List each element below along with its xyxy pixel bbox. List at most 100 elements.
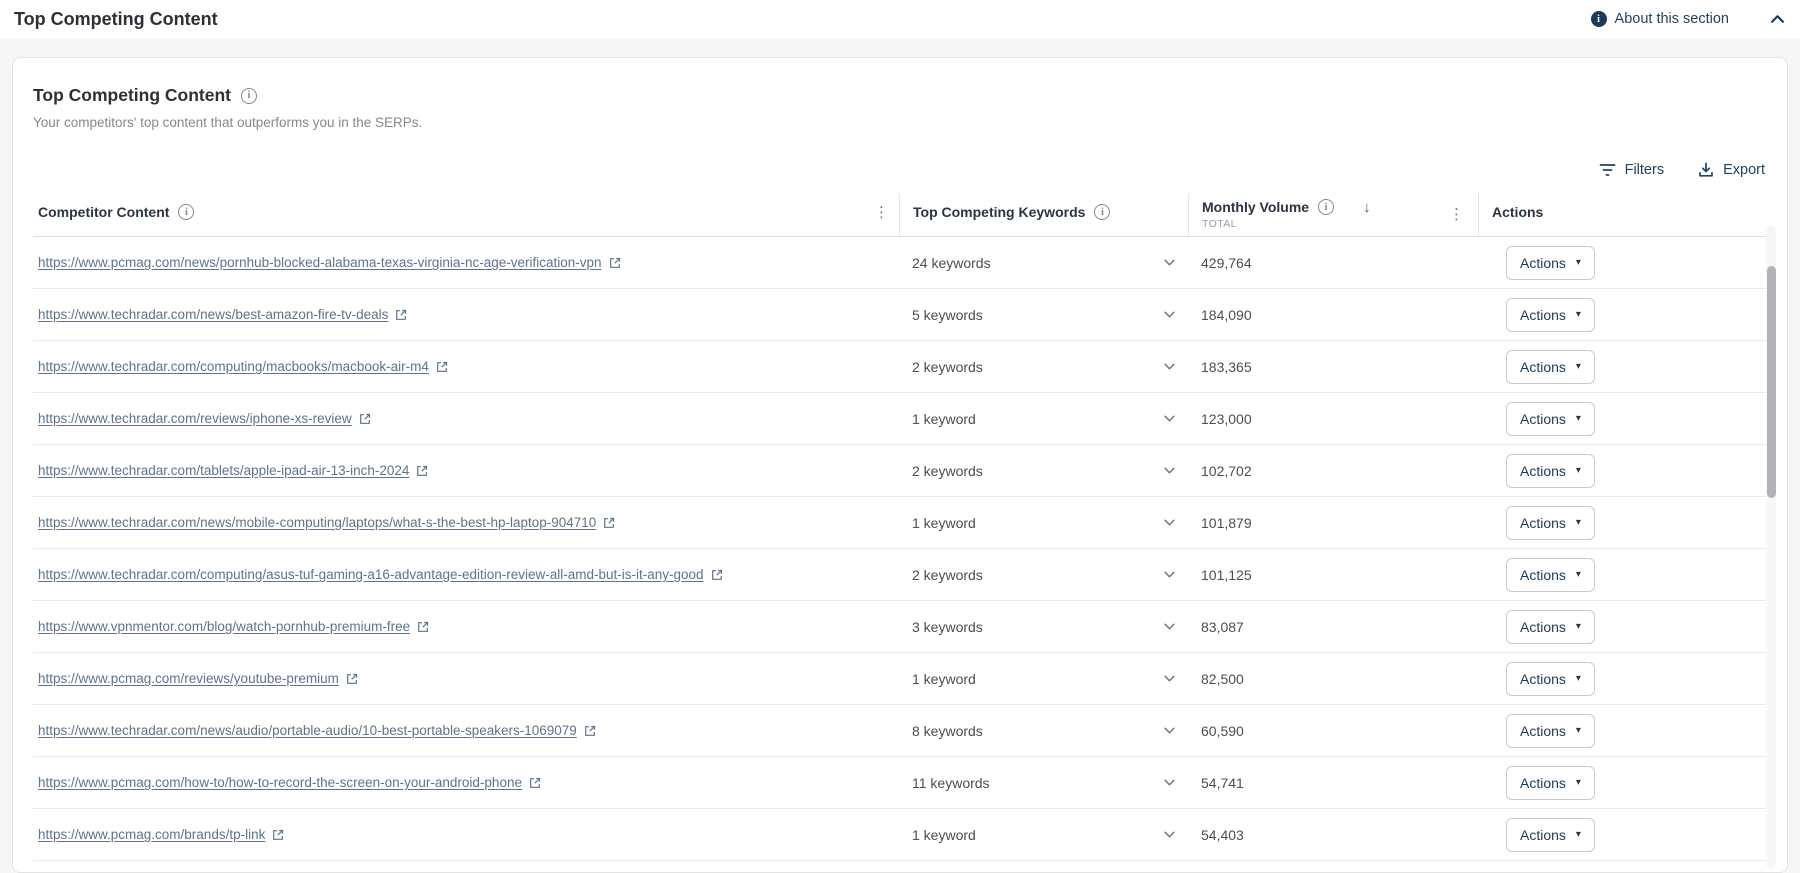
caret-down-icon: ▾ <box>1575 568 1581 580</box>
external-link-icon[interactable] <box>272 829 284 841</box>
competitor-url-link[interactable]: https://www.techradar.com/computing/asus… <box>38 567 704 582</box>
column-header-competitor-content[interactable]: Competitor Content i ⋮ <box>33 194 899 236</box>
table-row: https://www.vpnmentor.com/blog/watch-por… <box>33 601 1767 653</box>
competitor-url-link[interactable]: https://www.pcmag.com/how-to/how-to-reco… <box>38 775 522 790</box>
sort-descending-icon[interactable]: ↓ <box>1363 199 1371 216</box>
table-row: https://www.pcmag.com/brands/tp-link 1 k… <box>33 809 1767 861</box>
actions-button[interactable]: Actions ▾ <box>1506 245 1595 280</box>
table-header-row: Competitor Content i ⋮ Top Competing Key… <box>33 194 1767 237</box>
monthly-volume-value: 184,090 <box>1201 306 1252 323</box>
external-link-icon[interactable] <box>603 517 615 529</box>
external-link-icon[interactable] <box>711 569 723 581</box>
table-row: https://www.pcmag.com/news/pornhub-block… <box>33 237 1767 289</box>
actions-button[interactable]: Actions ▾ <box>1506 661 1595 696</box>
keyword-count: 1 keyword <box>912 670 976 687</box>
competitor-url-link[interactable]: https://www.pcmag.com/brands/tp-link <box>38 827 265 842</box>
chevron-down-icon[interactable] <box>1164 571 1175 578</box>
table-row: https://www.pcmag.com/how-to/how-to-reco… <box>33 757 1767 809</box>
table-row: https://www.techradar.com/computing/macb… <box>33 341 1767 393</box>
kebab-menu-icon[interactable]: ⋮ <box>874 205 899 220</box>
caret-down-icon: ▾ <box>1575 412 1581 424</box>
chevron-down-icon[interactable] <box>1164 415 1175 422</box>
actions-button[interactable]: Actions ▾ <box>1506 557 1595 592</box>
top-competing-content-card: Top Competing Content i Your competitors… <box>12 57 1788 873</box>
external-link-icon[interactable] <box>416 465 428 477</box>
monthly-volume-value: 83,087 <box>1201 618 1244 635</box>
info-icon[interactable]: i <box>1094 204 1111 220</box>
about-this-section-link[interactable]: i About this section <box>1590 11 1729 27</box>
keyword-count: 2 keywords <box>912 462 983 479</box>
external-link-icon[interactable] <box>609 257 621 269</box>
competitor-url-link[interactable]: https://www.techradar.com/news/best-amaz… <box>38 307 388 322</box>
monthly-volume-value: 102,702 <box>1201 462 1252 479</box>
chevron-down-icon[interactable] <box>1164 363 1175 370</box>
card-subtitle: Your competitors' top content that outpe… <box>33 115 423 130</box>
external-link-icon[interactable] <box>436 361 448 373</box>
monthly-volume-value: 54,403 <box>1201 826 1244 843</box>
competitor-url-link[interactable]: https://www.pcmag.com/reviews/youtube-pr… <box>38 671 339 686</box>
keyword-count: 2 keywords <box>912 566 983 583</box>
filters-label: Filters <box>1624 162 1665 178</box>
keyword-count: 1 keyword <box>912 410 976 427</box>
chevron-up-icon[interactable] <box>1771 15 1784 23</box>
column-header-top-competing-keywords[interactable]: Top Competing Keywords i <box>899 194 1188 236</box>
chevron-down-icon[interactable] <box>1164 467 1175 474</box>
actions-button[interactable]: Actions ▾ <box>1506 401 1595 436</box>
actions-button[interactable]: Actions ▾ <box>1506 349 1595 384</box>
chevron-down-icon[interactable] <box>1164 623 1175 630</box>
info-icon[interactable]: i <box>240 87 257 104</box>
actions-button[interactable]: Actions ▾ <box>1506 817 1595 852</box>
caret-down-icon: ▾ <box>1575 724 1581 736</box>
external-link-icon[interactable] <box>395 309 407 321</box>
competing-content-table: Competitor Content i ⋮ Top Competing Key… <box>33 194 1767 861</box>
chevron-down-icon[interactable] <box>1164 831 1175 838</box>
scrollbar-thumb[interactable] <box>1767 266 1776 498</box>
monthly-volume-value: 123,000 <box>1201 410 1252 427</box>
external-link-icon[interactable] <box>346 673 358 685</box>
export-button[interactable]: Export <box>1698 162 1765 178</box>
competitor-url-link[interactable]: https://www.techradar.com/news/audio/por… <box>38 723 577 738</box>
chevron-down-icon[interactable] <box>1164 675 1175 682</box>
caret-down-icon: ▾ <box>1575 516 1581 528</box>
chevron-down-icon[interactable] <box>1164 519 1175 526</box>
monthly-volume-value: 60,590 <box>1201 722 1244 739</box>
card-title: Top Competing Content <box>33 85 231 105</box>
monthly-volume-value: 54,741 <box>1201 774 1244 791</box>
page-title: Top Competing Content <box>14 8 218 29</box>
external-link-icon[interactable] <box>529 777 541 789</box>
actions-button[interactable]: Actions ▾ <box>1506 505 1595 540</box>
actions-button[interactable]: Actions ▾ <box>1506 453 1595 488</box>
actions-button[interactable]: Actions ▾ <box>1506 609 1595 644</box>
competitor-url-link[interactable]: https://www.pcmag.com/news/pornhub-block… <box>38 255 602 270</box>
competitor-url-link[interactable]: https://www.techradar.com/reviews/iphone… <box>38 411 352 426</box>
external-link-icon[interactable] <box>359 413 371 425</box>
keyword-count: 2 keywords <box>912 358 983 375</box>
competitor-url-link[interactable]: https://www.vpnmentor.com/blog/watch-por… <box>38 619 410 634</box>
actions-button[interactable]: Actions ▾ <box>1506 713 1595 748</box>
filters-button[interactable]: Filters <box>1599 162 1664 178</box>
chevron-down-icon[interactable] <box>1164 727 1175 734</box>
column-header-monthly-volume[interactable]: Monthly Volume i ↓ TOTAL ⋮ <box>1188 194 1478 236</box>
column-header-actions: Actions <box>1478 194 1767 236</box>
actions-button[interactable]: Actions ▾ <box>1506 297 1595 332</box>
competitor-url-link[interactable]: https://www.techradar.com/news/mobile-co… <box>38 515 596 530</box>
competitor-url-link[interactable]: https://www.techradar.com/computing/macb… <box>38 359 429 374</box>
chevron-down-icon[interactable] <box>1164 779 1175 786</box>
info-icon[interactable]: i <box>1318 199 1335 215</box>
chevron-down-icon[interactable] <box>1164 311 1175 318</box>
table-scrollbar-track[interactable] <box>1766 225 1776 868</box>
download-icon <box>1698 162 1714 178</box>
info-filled-icon: i <box>1590 11 1607 27</box>
external-link-icon[interactable] <box>584 725 596 737</box>
actions-button[interactable]: Actions ▾ <box>1506 765 1595 800</box>
info-icon[interactable]: i <box>178 204 195 220</box>
table-row: https://www.techradar.com/news/mobile-co… <box>33 497 1767 549</box>
chevron-down-icon[interactable] <box>1164 259 1175 266</box>
competitor-url-link[interactable]: https://www.techradar.com/tablets/apple-… <box>38 463 409 478</box>
section-header-bar: Top Competing Content i About this secti… <box>0 0 1800 38</box>
caret-down-icon: ▾ <box>1575 620 1581 632</box>
kebab-menu-icon[interactable]: ⋮ <box>1449 207 1478 222</box>
keyword-count: 1 keyword <box>912 514 976 531</box>
external-link-icon[interactable] <box>417 621 429 633</box>
monthly-volume-value: 429,764 <box>1201 254 1252 271</box>
